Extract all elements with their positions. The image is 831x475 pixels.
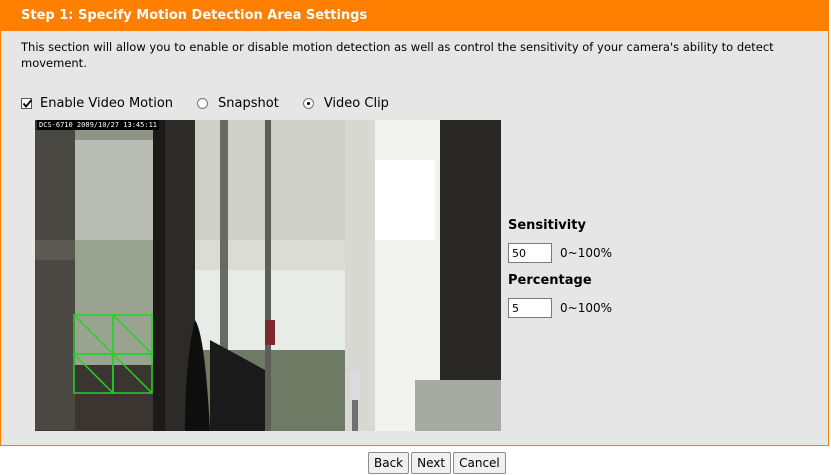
section-description: This section will allow you to enable or…	[21, 40, 774, 70]
percentage-input[interactable]	[508, 298, 552, 318]
motion-detection-panel: Step 1: Specify Motion Detection Area Se…	[0, 0, 829, 446]
sensitivity-range: 0~100%	[560, 246, 612, 260]
back-button[interactable]: Back	[368, 452, 410, 474]
checkmark-icon	[22, 98, 33, 108]
sensitivity-label: Sensitivity	[508, 218, 586, 233]
percentage-label: Percentage	[508, 273, 592, 288]
motion-detection-grid[interactable]	[35, 120, 501, 431]
enable-video-motion-label: Enable Video Motion	[40, 95, 174, 111]
snapshot-radio[interactable]	[197, 97, 209, 109]
video-clip-radio[interactable]	[302, 97, 314, 109]
video-clip-label: Video Clip	[323, 95, 389, 111]
camera-live-view[interactable]: DCS-6710 2009/10/27 13:45:11	[35, 120, 501, 431]
step-header: Step 1: Specify Motion Detection Area Se…	[1, 1, 828, 31]
sensitivity-row: 0~100%	[508, 243, 708, 263]
snapshot-label: Snapshot	[218, 95, 279, 111]
motion-options-row: Enable Video Motion Snapshot Video Clip	[21, 93, 413, 113]
wizard-buttons: Back Next Cancel	[368, 452, 506, 474]
threshold-settings: Sensitivity 0~100% Percentage 0~100%	[508, 217, 708, 327]
percentage-row: 0~100%	[508, 298, 708, 318]
next-button[interactable]: Next	[411, 452, 452, 474]
enable-video-motion-option[interactable]: Enable Video Motion	[21, 96, 173, 111]
sensitivity-input[interactable]	[508, 243, 552, 263]
video-clip-option[interactable]: Video Clip	[302, 95, 389, 111]
percentage-range: 0~100%	[560, 301, 612, 315]
enable-video-motion-checkbox[interactable]	[21, 97, 33, 109]
snapshot-option[interactable]: Snapshot	[197, 96, 279, 111]
cancel-button[interactable]: Cancel	[453, 452, 506, 474]
